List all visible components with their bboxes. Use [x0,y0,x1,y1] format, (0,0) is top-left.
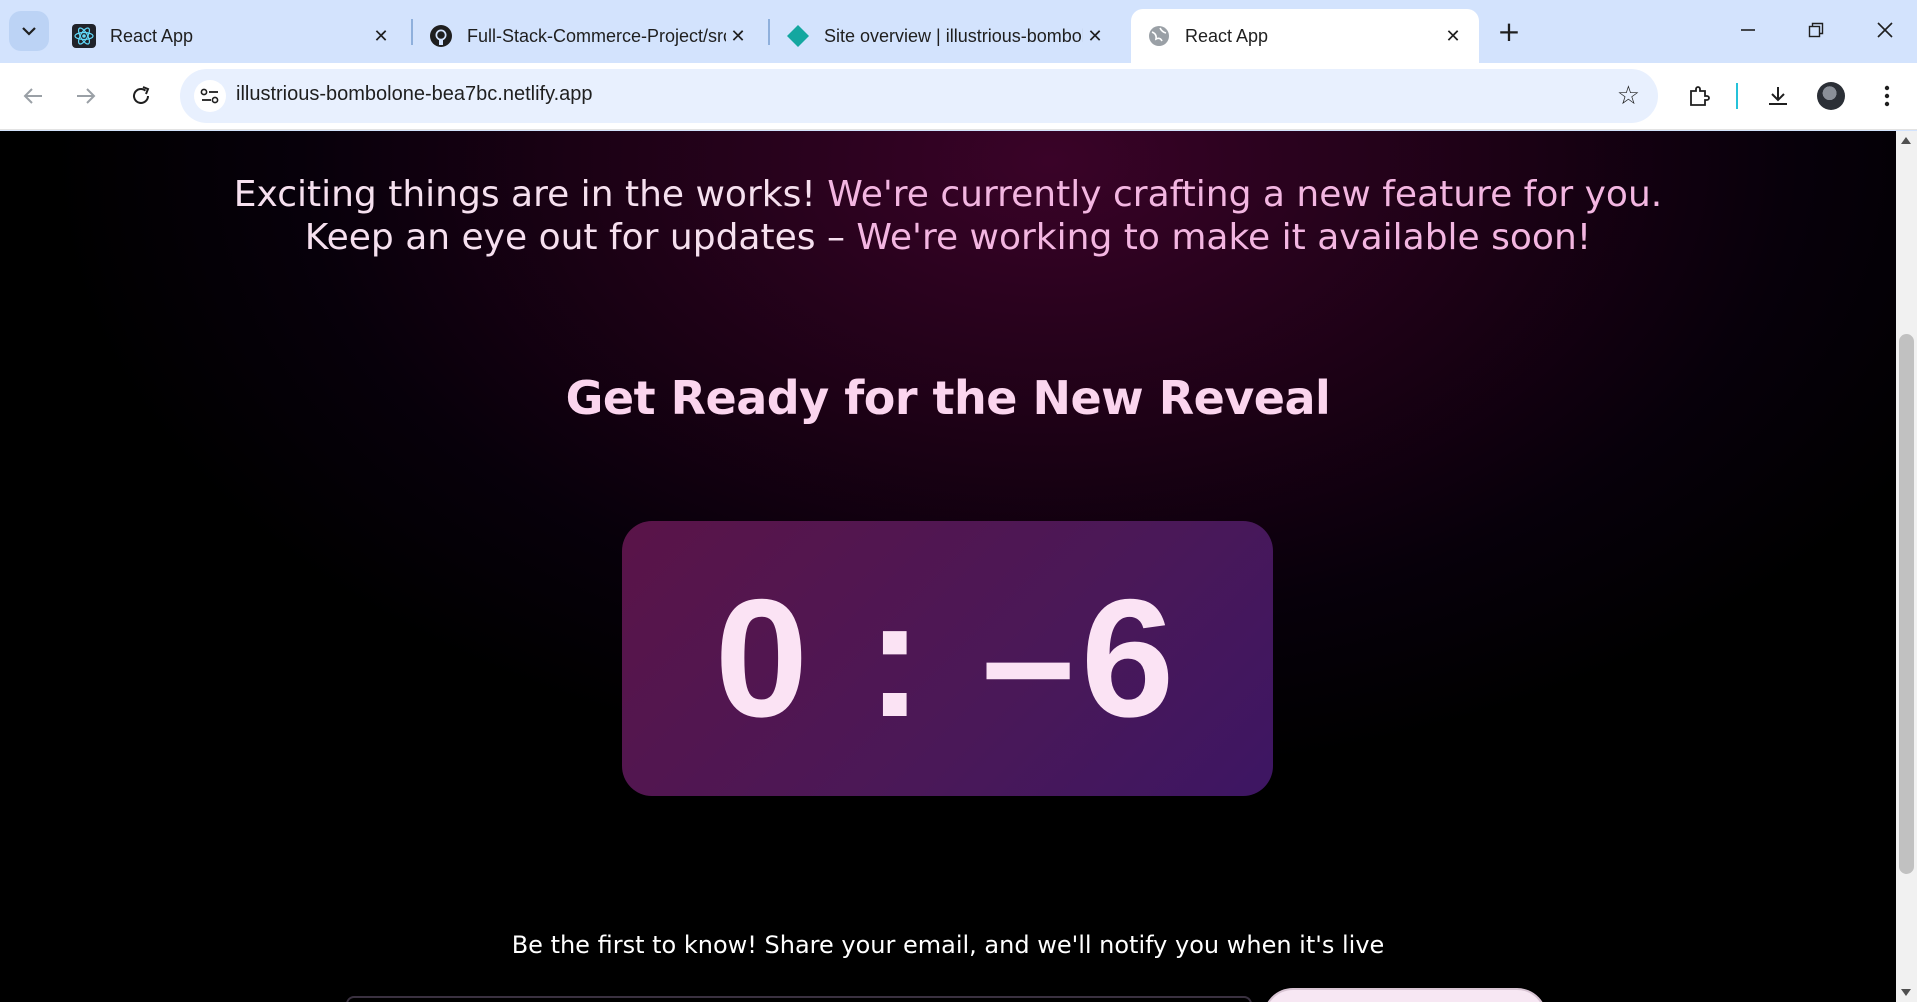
page-viewport: Exciting things are in the works! We're … [0,131,1896,1002]
site-info-icon[interactable] [194,80,226,112]
close-icon[interactable]: ✕ [369,24,393,48]
intro-line-2-highlight: We're working to make it available soon! [856,217,1592,258]
intro-line-2: Keep an eye out for updates – We're work… [0,216,1896,259]
netlify-icon [786,24,810,48]
tab-netlify[interactable]: Site overview | illustrious-bombolone ✕ [770,9,1121,63]
close-window-button[interactable] [1862,8,1908,52]
globe-icon [1147,24,1171,48]
scroll-down-arrow-icon[interactable] [1901,989,1911,996]
tab-react-app-active[interactable]: React App ✕ [1131,9,1479,63]
minimize-icon [1741,29,1755,31]
close-icon[interactable]: ✕ [1441,24,1465,48]
github-icon [429,24,453,48]
menu-button[interactable] [1868,77,1906,115]
forward-button[interactable] [67,77,105,115]
close-icon [1877,22,1893,38]
extensions-button[interactable] [1680,77,1718,115]
kebab-menu-icon [1884,85,1890,107]
tab-react-app-1[interactable]: React App ✕ [56,9,407,63]
intro-text: Exciting things are in the works! We're … [0,173,1896,259]
intro-line-1: Exciting things are in the works! We're … [0,173,1896,216]
url-text[interactable]: illustrious-bombolone-bea7bc.netlify.app [236,83,593,106]
toolbar-divider [1736,83,1738,109]
intro-line-1-start: Exciting things are in the works! [233,174,828,215]
bookmark-star-icon[interactable]: ☆ [1617,81,1640,111]
intro-line-1-highlight: We're currently crafting a new feature f… [827,174,1663,215]
page-scrollbar[interactable] [1896,131,1917,1002]
page-headline: Get Ready for the New Reveal [565,371,1331,425]
countdown-value: 0 : –6 [714,564,1181,752]
reload-icon [133,86,150,104]
tab-strip: React App ✕ Full-Stack-Commerce-Project/… [0,0,1917,63]
minimize-button[interactable] [1725,8,1771,52]
email-field[interactable] [346,996,1252,1002]
close-icon[interactable]: ✕ [726,24,750,48]
tab-github[interactable]: Full-Stack-Commerce-Project/src ✕ [413,9,764,63]
intro-line-2-start: Keep an eye out for updates – [304,217,857,258]
tab-title: Full-Stack-Commerce-Project/src [467,25,726,46]
address-bar[interactable]: illustrious-bombolone-bea7bc.netlify.app… [180,69,1658,123]
download-icon [1769,87,1787,105]
downloads-button[interactable] [1759,77,1797,115]
tab-search-button[interactable] [9,11,49,51]
react-icon [72,24,96,48]
browser-toolbar: illustrious-bombolone-bea7bc.netlify.app… [0,63,1917,130]
forward-arrow-icon [77,88,96,104]
notify-text: Be the first to know! Share your email, … [511,931,1385,959]
profile-avatar[interactable] [1817,82,1845,110]
puzzle-icon [1690,86,1710,106]
restore-button[interactable] [1793,8,1839,52]
back-button[interactable] [14,77,52,115]
tab-title: React App [1185,25,1269,46]
chevron-down-icon [22,27,36,36]
close-icon[interactable]: ✕ [1083,24,1107,48]
new-tab-button[interactable]: + [1490,12,1528,50]
tab-title: React App [110,25,194,46]
back-arrow-icon [23,88,42,104]
reload-button[interactable] [122,77,160,115]
scroll-up-arrow-icon[interactable] [1901,137,1911,144]
countdown-box: 0 : –6 [622,521,1273,796]
tab-title: Site overview | illustrious-bombolone [824,25,1083,46]
scrollbar-thumb[interactable] [1899,334,1914,874]
notify-button[interactable] [1263,988,1547,1002]
restore-icon [1808,22,1824,38]
